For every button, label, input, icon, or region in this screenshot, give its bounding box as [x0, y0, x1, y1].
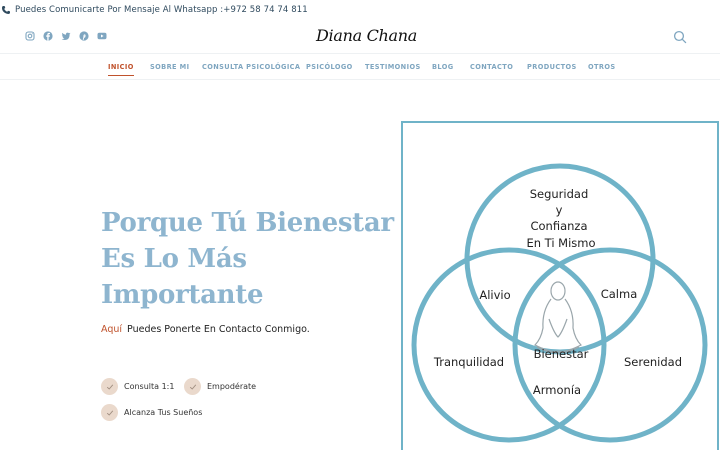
check-icon	[101, 378, 118, 395]
feature-item: Consulta 1:1	[101, 378, 174, 395]
nav-item-productos[interactable]: PRODUCTOS	[527, 63, 577, 71]
nav-item-sobre-mi[interactable]: SOBRE MI	[150, 63, 189, 71]
feature-label: Empodérate	[207, 382, 257, 391]
venn-label-bienestar: Bienestar	[534, 347, 589, 361]
twitter-icon[interactable]	[61, 31, 71, 41]
feature-item: Empodérate	[184, 378, 256, 395]
nav-item-consulta-psicologica[interactable]: CONSULTA PSICOLÓGICA	[202, 63, 300, 71]
nav-item-otros[interactable]: OTROS	[588, 63, 616, 71]
pinterest-icon[interactable]	[79, 31, 89, 41]
venn-top-line: Confianza	[530, 219, 587, 233]
venn-label-serenidad: Serenidad	[624, 355, 682, 369]
meditation-figure-icon	[533, 281, 583, 354]
venn-label-alivio: Alivio	[479, 288, 510, 302]
venn-circle-left	[411, 247, 607, 443]
venn-circle-right	[512, 247, 708, 443]
check-icon	[101, 404, 118, 421]
site-logo[interactable]: Diana Chana	[316, 26, 417, 45]
whatsapp-contact-text: Puedes Comunicarte Por Mensaje Al Whatsa…	[15, 5, 308, 15]
nav-item-inicio[interactable]: INICIO	[108, 63, 134, 76]
feature-item: Alcanza Tus Sueños	[101, 404, 202, 421]
social-links	[25, 31, 107, 41]
youtube-icon[interactable]	[97, 31, 107, 41]
intro-text: Puedes Ponerte En Contacto Conmigo.	[127, 324, 310, 335]
phone-icon	[1, 5, 11, 15]
hero-title: Porque Tú Bienestar Es Lo Más Importante	[101, 205, 394, 313]
feature-label: Consulta 1:1	[124, 382, 175, 391]
hero-title-line: Porque Tú Bienestar	[101, 208, 394, 238]
nav-item-psicologo[interactable]: PSICÓLOGO	[306, 63, 353, 71]
intro-accent: Aquí	[101, 324, 123, 335]
nav-item-blog[interactable]: BLOG	[432, 63, 454, 71]
venn-label-calma: Calma	[601, 287, 638, 301]
facebook-icon[interactable]	[43, 31, 53, 41]
wellbeing-venn-diagram: Seguridad y Confianza En Ti Mismo Alivio…	[401, 121, 719, 450]
nav-item-testimonios[interactable]: TESTIMONIOS	[365, 63, 421, 71]
top-contact-bar: Puedes Comunicarte Por Mensaje Al Whatsa…	[0, 0, 720, 20]
venn-label-armonia: Armonía	[533, 383, 581, 397]
venn-top-line: y	[556, 203, 563, 217]
venn-svg: Seguridad y Confianza En Ti Mismo Alivio…	[411, 163, 708, 443]
site-header: Diana Chana	[0, 20, 720, 54]
venn-top-line: Seguridad	[530, 187, 589, 201]
hero-intro: Aquí Puedes Ponerte En Contacto Conmigo.	[101, 324, 310, 335]
feature-label: Alcanza Tus Sueños	[124, 408, 203, 417]
venn-top-line: En Ti Mismo	[526, 236, 595, 250]
hero-title-line: Importante	[101, 280, 264, 310]
check-icon	[184, 378, 201, 395]
main-navigation: INICIO SOBRE MI CONSULTA PSICOLÓGICA PSI…	[0, 55, 720, 80]
venn-label-tranquilidad: Tranquilidad	[433, 355, 504, 369]
instagram-icon[interactable]	[25, 31, 35, 41]
nav-item-contacto[interactable]: CONTACTO	[470, 63, 513, 71]
hero-title-line: Es Lo Más	[101, 244, 247, 274]
search-icon[interactable]	[673, 30, 687, 44]
